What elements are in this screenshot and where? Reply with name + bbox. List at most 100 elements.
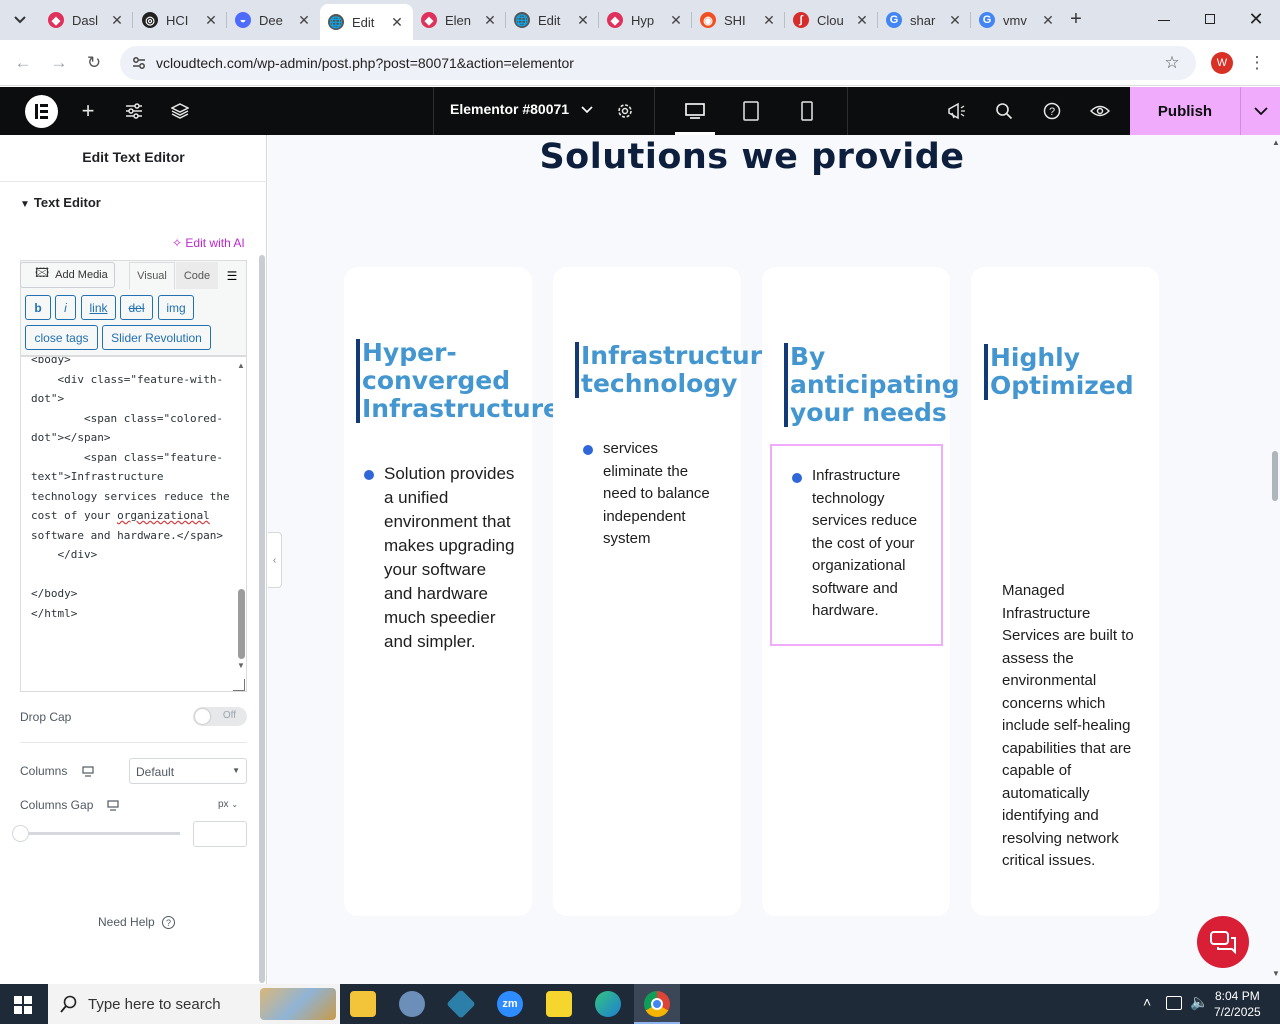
browser-tab[interactable]: ∫ Clou ✕: [785, 4, 878, 36]
add-media-button[interactable]: 🖾 Add Media: [20, 262, 115, 288]
browser-tab[interactable]: 🌐 Edit ✕: [320, 4, 413, 40]
restore-button[interactable]: [1198, 8, 1222, 32]
edit-with-ai-button[interactable]: ✧ Edit with AI: [172, 236, 245, 250]
notifications-megaphone-icon[interactable]: [944, 99, 968, 123]
zoom-app-icon[interactable]: zm: [497, 991, 523, 1017]
document-title-dropdown[interactable]: Elementor #80071: [450, 101, 593, 117]
browser-tab[interactable]: ◉ SHI ✕: [692, 4, 785, 36]
quicktag-button[interactable]: b: [25, 295, 51, 320]
quicktag-button[interactable]: i: [55, 295, 76, 320]
scroll-down-arrow[interactable]: ▼: [1272, 969, 1280, 978]
chat-support-button[interactable]: [1197, 916, 1249, 968]
mobile-view-icon[interactable]: [795, 99, 819, 123]
tab-close-icon[interactable]: ✕: [1040, 12, 1056, 29]
tray-chevron-up-icon[interactable]: ˄: [1143, 994, 1151, 1010]
browser-tab[interactable]: Gshar ✕: [878, 4, 971, 36]
divider: [654, 87, 655, 135]
desktop-view-icon[interactable]: [683, 99, 707, 123]
unit-selector[interactable]: px ⌄: [218, 799, 238, 810]
back-button[interactable]: ←: [10, 50, 36, 76]
tab-close-icon[interactable]: ✕: [109, 12, 125, 29]
browser-tab[interactable]: 🌐 Edit ✕: [506, 4, 599, 36]
sticky-notes-icon[interactable]: [546, 991, 572, 1017]
section-toggle-text-editor[interactable]: ▼ Text Editor: [20, 195, 101, 210]
selected-widget-outline[interactable]: [770, 444, 943, 646]
tab-close-icon[interactable]: ✕: [854, 12, 870, 29]
tab-close-icon[interactable]: ✕: [482, 12, 498, 29]
need-help-link[interactable]: Need Help ?: [98, 915, 176, 929]
chrome-taskbar-item[interactable]: [634, 984, 680, 1024]
columns-gap-slider-handle[interactable]: [12, 825, 29, 842]
tab-favicon-icon: ◆: [607, 12, 623, 28]
drop-cap-toggle[interactable]: Off: [193, 707, 247, 726]
tab-close-icon[interactable]: ✕: [947, 12, 963, 29]
site-info-icon[interactable]: [132, 56, 146, 70]
address-bar[interactable]: vcloudtech.com/wp-admin/post.php?post=80…: [120, 46, 1196, 80]
tab-code[interactable]: Code: [176, 262, 218, 289]
add-element-icon[interactable]: +: [76, 98, 100, 123]
reload-button[interactable]: ↻: [81, 50, 107, 76]
tab-visual[interactable]: Visual: [129, 262, 175, 289]
tab-close-icon[interactable]: ✕: [575, 12, 591, 29]
elementor-logo-icon[interactable]: [25, 95, 58, 128]
site-settings-icon[interactable]: [122, 99, 146, 123]
preview-eye-icon[interactable]: [1088, 99, 1112, 123]
profile-avatar[interactable]: W: [1211, 52, 1233, 74]
start-windows-icon[interactable]: [14, 996, 32, 1014]
browser-tab-strip: ◆ Dasl ✕ ◎ HCI ✕ ◒ Dee ✕ 🌐 Edit ✕ ◆ Elen ✕ 🌐 Edit ✕ ◆ Hyp ✕ ◉…: [0, 0, 1280, 40]
tab-title: SHI: [724, 12, 746, 28]
responsive-desktop-icon[interactable]: [82, 764, 94, 782]
forward-button[interactable]: →: [46, 50, 72, 76]
tab-list-button[interactable]: [8, 8, 32, 32]
tab-close-icon[interactable]: ✕: [761, 12, 777, 29]
code-textarea[interactable]: <body> <div class="feature-with-dot"> <s…: [20, 356, 247, 692]
quicktag-button[interactable]: del: [120, 295, 153, 320]
volume-icon[interactable]: 🔈: [1190, 993, 1209, 1011]
quicktag-button[interactable]: link: [81, 295, 116, 320]
quicktag-button[interactable]: close tags: [25, 325, 98, 350]
database-icon[interactable]: ☰: [222, 266, 242, 286]
quicktag-button[interactable]: img: [158, 295, 194, 320]
columns-gap-input[interactable]: [193, 821, 247, 847]
close-window-button[interactable]: ✕: [1244, 8, 1268, 32]
browser-tab[interactable]: ◆ Elen ✕: [413, 4, 506, 36]
canvas-scrollbar-thumb[interactable]: [1272, 451, 1278, 501]
responsive-desktop-icon[interactable]: [107, 798, 119, 816]
columns-select[interactable]: Default ▼: [129, 758, 247, 784]
panel-scrollbar[interactable]: [259, 255, 265, 983]
tab-close-icon[interactable]: ✕: [296, 12, 312, 29]
network-icon[interactable]: [1166, 996, 1182, 1010]
tab-title: Elen: [445, 12, 472, 28]
search-icon[interactable]: [992, 99, 1016, 123]
browser-menu-icon[interactable]: ⋮: [1244, 50, 1270, 76]
browser-tab[interactable]: ◒ Dee ✕: [227, 4, 320, 36]
publish-options-button[interactable]: [1240, 87, 1280, 135]
edge-browser-icon[interactable]: [595, 991, 621, 1017]
publish-button[interactable]: Publish: [1130, 87, 1240, 135]
collapse-panel-button[interactable]: ‹: [268, 532, 282, 588]
quicktag-button[interactable]: Slider Revolution: [102, 325, 211, 350]
browser-tab[interactable]: ◆ Dasl ✕: [40, 4, 133, 36]
browser-tab[interactable]: ◎ HCI ✕: [134, 4, 227, 36]
tablet-view-icon[interactable]: [739, 99, 763, 123]
new-tab-button[interactable]: +: [1064, 8, 1088, 32]
snipping-tool-icon[interactable]: [399, 991, 425, 1017]
scroll-up-arrow[interactable]: ▲: [1272, 138, 1280, 147]
tab-close-icon[interactable]: ✕: [668, 12, 684, 29]
bookmark-star-icon[interactable]: ☆: [1159, 50, 1185, 76]
taskbar-search-box[interactable]: Type here to search: [48, 984, 340, 1024]
tab-close-icon[interactable]: ✕: [389, 14, 405, 31]
columns-gap-slider-track[interactable]: [20, 832, 180, 835]
tab-close-icon[interactable]: ✕: [203, 12, 219, 29]
browser-tab[interactable]: ◆ Hyp ✕: [599, 4, 692, 36]
system-clock[interactable]: 8:04 PM 7/2/2025: [1214, 988, 1261, 1020]
help-icon[interactable]: ?: [1040, 99, 1064, 123]
browser-tab[interactable]: Gvmv ✕: [971, 4, 1064, 36]
file-explorer-icon[interactable]: [350, 991, 376, 1017]
structure-layers-icon[interactable]: [168, 99, 192, 123]
app-diamond-icon[interactable]: [446, 989, 476, 1019]
code-scrollbar[interactable]: ▲ ▼: [235, 357, 246, 691]
resize-handle-icon[interactable]: [233, 679, 245, 691]
minimize-button[interactable]: [1152, 8, 1176, 32]
page-settings-gear-icon[interactable]: [613, 99, 637, 123]
